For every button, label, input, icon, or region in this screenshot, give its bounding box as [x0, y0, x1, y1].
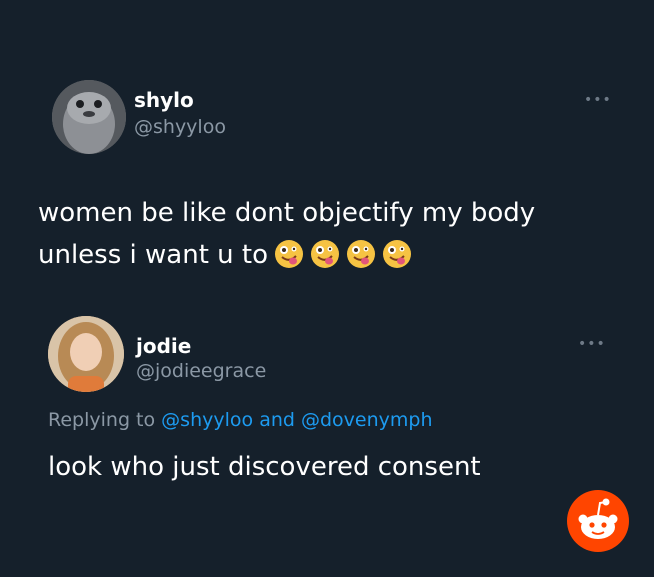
reply-text: look who just discovered consent	[48, 452, 481, 482]
reddit-logo-icon	[566, 489, 630, 553]
mention-link-shyyloo[interactable]: @shyyloo	[161, 409, 253, 431]
tweet-text-line-2: unless i want u to	[38, 234, 535, 276]
person-avatar-icon	[48, 316, 124, 392]
zany-face-emoji-icon	[275, 240, 304, 268]
tweet-text: women be like dont objectify my body unl…	[38, 192, 535, 276]
mention-conjunction: and	[259, 409, 295, 431]
zany-face-emoji-icon	[347, 240, 376, 268]
shylo-avatar[interactable]	[52, 80, 126, 154]
author-handle[interactable]: @jodieegrace	[136, 360, 266, 382]
zany-face-emoji-icon	[311, 240, 340, 268]
author-handle[interactable]: @shyyloo	[134, 116, 226, 138]
reddit-snoo-icon	[567, 490, 629, 552]
zany-face-emoji-icon	[383, 240, 412, 268]
mention-link-dovenymph[interactable]: @dovenymph	[301, 409, 433, 431]
tweet-text-line-2-text: unless i want u to	[38, 240, 269, 270]
tweet-text-line-1: women be like dont objectify my body	[38, 198, 536, 228]
replying-to-label: Replying to	[48, 409, 156, 431]
seal-avatar-icon	[52, 80, 126, 154]
replying-to-line: Replying to @shyyloo and @dovenymph	[48, 409, 433, 431]
jodie-avatar[interactable]	[48, 316, 124, 392]
emoji-row	[268, 240, 412, 270]
more-options-icon[interactable]: •••	[584, 92, 612, 108]
author-name[interactable]: jodie	[136, 334, 191, 358]
author-name[interactable]: shylo	[134, 88, 194, 112]
more-options-icon[interactable]: •••	[578, 336, 606, 352]
